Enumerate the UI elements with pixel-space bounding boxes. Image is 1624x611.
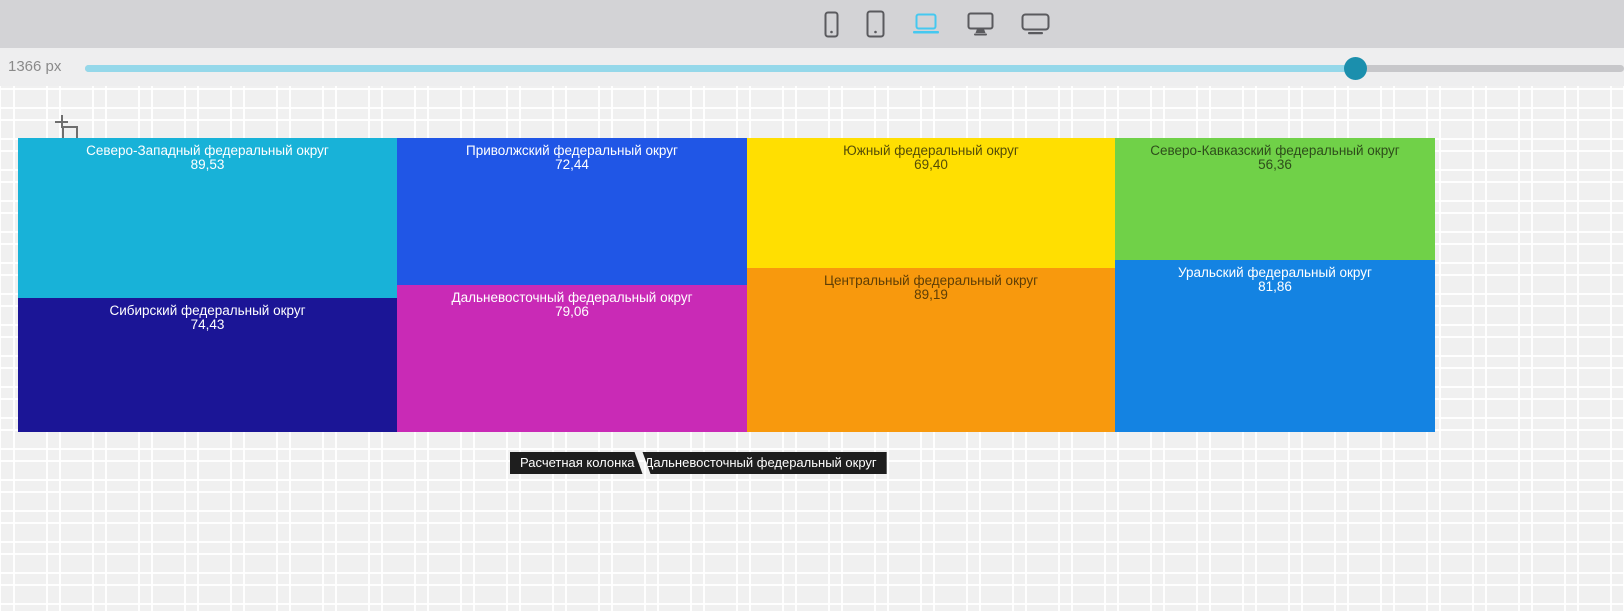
treemap-tile-tsentralny[interactable]: Центральный федеральный округ 89,19	[747, 268, 1115, 432]
width-slider-handle[interactable]	[1344, 57, 1367, 80]
tv-icon	[1021, 13, 1050, 35]
tile-label: Приволжский федеральный округ	[397, 143, 747, 158]
monitor-preview-button[interactable]	[967, 12, 994, 36]
treemap-column: Южный федеральный округ 69,40 Центральны…	[747, 138, 1115, 432]
width-slider-track[interactable]	[85, 65, 1624, 72]
tile-label: Дальневосточный федеральный округ	[397, 290, 747, 305]
treemap-tile-dalnevostochny[interactable]: Дальневосточный федеральный округ 79,06	[397, 285, 747, 432]
tablet-icon	[866, 10, 885, 38]
tile-label: Уральский федеральный округ	[1115, 265, 1435, 280]
treemap-tile-severo-kavkazsky[interactable]: Северо-Кавказский федеральный округ 56,3…	[1115, 138, 1435, 260]
canvas-width-value: 1366 px	[8, 58, 61, 75]
monitor-icon	[967, 12, 994, 36]
device-preview-toolbar	[0, 0, 1624, 48]
treemap-visual[interactable]: Северо-Западный федеральный округ 89,53 …	[18, 138, 1435, 432]
treemap-tile-sibirsky[interactable]: Сибирский федеральный округ 74,43	[18, 298, 397, 432]
tile-value: 72,44	[397, 158, 747, 172]
tile-label: Южный федеральный округ	[747, 143, 1115, 158]
treemap-tile-severo-zapadny[interactable]: Северо-Западный федеральный округ 89,53	[18, 138, 397, 298]
tile-label: Центральный федеральный округ	[747, 273, 1115, 288]
phone-icon	[824, 11, 839, 38]
tile-value: 89,19	[747, 288, 1115, 302]
phone-preview-button[interactable]	[824, 11, 839, 38]
tile-value: 89,53	[18, 158, 397, 172]
tile-value: 69,40	[747, 158, 1115, 172]
treemap-tile-privolzhsky[interactable]: Приволжский федеральный округ 72,44	[397, 138, 747, 285]
tile-value: 74,43	[18, 318, 397, 332]
width-slider-fill	[85, 65, 1355, 72]
chart-tooltip: Расчетная колонка Дальневосточный федера…	[510, 452, 887, 474]
tooltip-field-value: Дальневосточный федеральный округ	[637, 452, 887, 474]
canvas-width-control: 1366 px	[0, 48, 1624, 86]
treemap-column: Приволжский федеральный округ 72,44 Даль…	[397, 138, 747, 432]
tablet-preview-button[interactable]	[866, 10, 885, 38]
treemap-column: Северо-Кавказский федеральный округ 56,3…	[1115, 138, 1435, 432]
laptop-preview-button[interactable]	[912, 13, 940, 35]
treemap-tile-yuzhny[interactable]: Южный федеральный округ 69,40	[747, 138, 1115, 268]
device-size-buttons	[824, 0, 1050, 48]
tv-preview-button[interactable]	[1021, 13, 1050, 35]
tooltip-field-name: Расчетная колонка	[510, 452, 643, 474]
laptop-icon	[912, 13, 940, 35]
treemap-column: Северо-Западный федеральный округ 89,53 …	[18, 138, 397, 432]
tile-value: 56,36	[1115, 158, 1435, 172]
treemap-tile-uralsky[interactable]: Уральский федеральный округ 81,86	[1115, 260, 1435, 432]
design-canvas[interactable]: Северо-Западный федеральный округ 89,53 …	[0, 86, 1624, 611]
tile-label: Сибирский федеральный округ	[18, 303, 397, 318]
tile-label: Северо-Кавказский федеральный округ	[1115, 143, 1435, 158]
tile-label: Северо-Западный федеральный округ	[18, 143, 397, 158]
tile-value: 79,06	[397, 305, 747, 319]
tile-value: 81,86	[1115, 280, 1435, 294]
